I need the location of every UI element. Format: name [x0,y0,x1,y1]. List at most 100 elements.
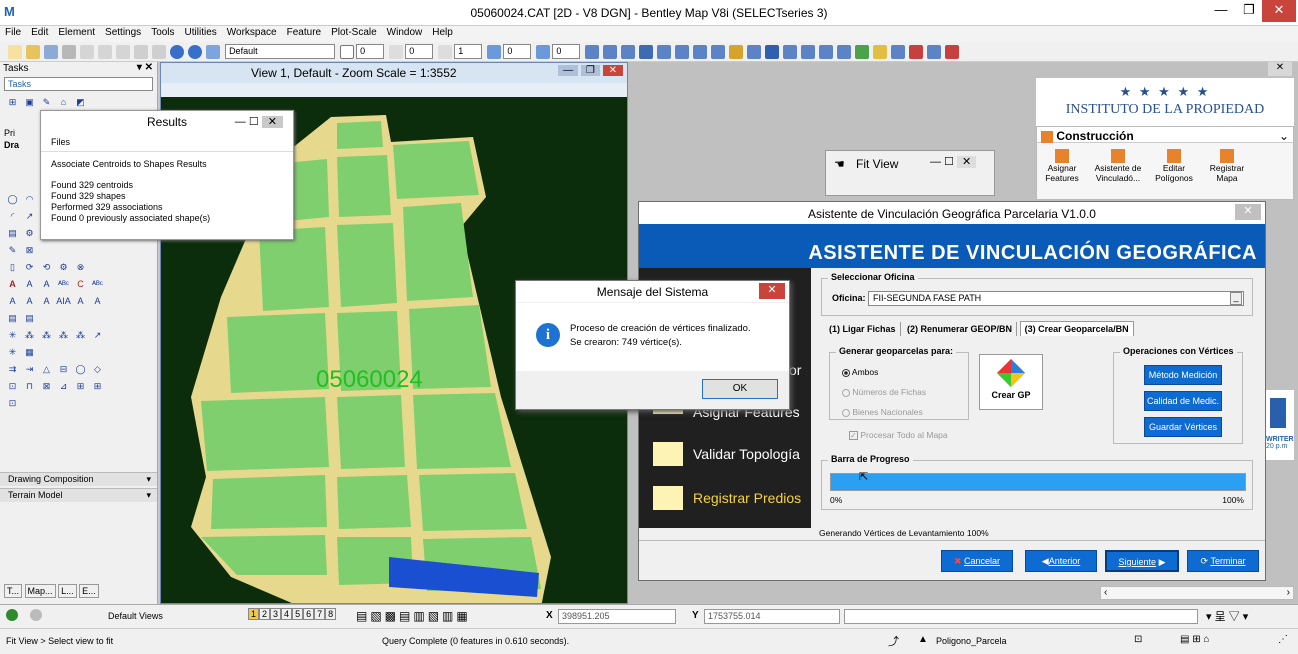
tool-icon[interactable]: ◯ [73,364,88,377]
asistente-button[interactable]: Asistente de Vinculadó... [1087,149,1149,183]
text-tool-icon[interactable]: A [22,296,37,309]
menu-element[interactable]: Element [53,26,100,39]
menu-utilities[interactable]: Utilities [180,26,222,39]
view-1-button[interactable]: 1 [248,608,260,620]
help-icon[interactable] [188,45,202,59]
tool-icon[interactable]: ◠ [22,194,37,207]
key-in-field[interactable] [844,609,1198,624]
menu-feature[interactable]: Feature [282,26,326,39]
horizontal-scrollbar[interactable]: ‹ › [1100,586,1294,600]
map-tool-icon[interactable] [801,45,816,59]
map-tool-icon[interactable] [783,45,798,59]
view-options-icons[interactable]: ▾ 呈 ▽ ▾ [1206,608,1248,624]
map-tool-icon[interactable] [945,45,960,59]
cancelar-button[interactable]: ✖ Cancelar [941,550,1013,572]
text-tool-icon[interactable]: A [39,296,54,309]
text-tool-icon[interactable]: A [5,279,20,292]
text-tool-icon[interactable]: ᴬᴮᶜ [90,279,105,292]
back-icon[interactable] [6,609,18,621]
asignar-features-button[interactable]: Asignar Features [1037,149,1087,183]
close-icon[interactable]: ▾ ✕ [137,62,153,73]
registrar-mapa-button[interactable]: Registrar Mapa [1199,149,1255,183]
forward-icon[interactable] [30,609,42,621]
anterior-button[interactable]: ◀Anterior [1025,550,1097,572]
view-7-button[interactable]: 7 [314,608,326,620]
line-weight-icon[interactable] [438,45,453,59]
style-combo[interactable]: 0 [405,44,434,59]
map-tool-icon[interactable] [639,45,654,59]
menu-window[interactable]: Window [382,26,428,39]
color-icon[interactable] [340,45,355,59]
calidad-medic-button[interactable]: Calidad de Medic. [1144,391,1222,411]
status-icons[interactable]: ▤ ⊞ ⌂ [1180,634,1209,645]
map-tool-icon[interactable] [873,45,888,59]
tool-icon[interactable]: ⁂ [73,330,88,343]
view-8-button[interactable]: 8 [325,608,337,620]
scroll-left-icon[interactable]: ‹ [1104,587,1107,598]
menu-help[interactable]: Help [427,26,458,39]
text-tool-icon[interactable]: C [73,279,88,292]
view-toolbar[interactable] [161,83,627,97]
editar-poligonos-button[interactable]: Editar Polígonos [1149,149,1199,183]
tool-icon[interactable]: ▣ [22,97,37,110]
menu-tools[interactable]: Tools [146,26,179,39]
tool-icon[interactable]: ⊟ [56,364,71,377]
tool-icon[interactable]: ⊿ [56,381,71,394]
map-tool-icon[interactable] [711,45,726,59]
priority-icon[interactable] [536,45,551,59]
tool-icon[interactable]: ⊡ [5,398,20,411]
fit-view-window[interactable]: ☚ Fit View — ☐ ✕ [825,150,995,196]
tab-explorer[interactable]: E... [79,584,99,598]
line-style-icon[interactable] [389,45,404,59]
map-tool-icon[interactable] [603,45,618,59]
tool-icon[interactable]: ✳ [5,347,20,360]
y-coordinate[interactable]: 1753755.014 [704,609,840,624]
tool-icon[interactable]: ⊡ [5,381,20,394]
tool-icon[interactable]: ▤ [22,313,37,326]
map-tool-icon[interactable] [729,45,744,59]
message-close-button[interactable]: ✕ [759,283,785,299]
tool-icon[interactable]: ⟳ [22,262,37,275]
tool-icon[interactable]: ▤ [5,313,20,326]
radio-bienes[interactable]: Bienes Nacionales [842,407,923,417]
radio-numeros[interactable]: Números de Fichas [842,387,926,397]
tab-layers[interactable]: L... [58,584,77,598]
procesar-checkbox[interactable]: ✓ Procesar Todo al Mapa [849,430,948,441]
results-window[interactable]: Results — ☐ ✕ Files Associate Centroids t… [40,110,294,240]
tool-icon[interactable]: ⊞ [5,97,20,110]
tool-icon[interactable]: ⁂ [39,330,54,343]
construccion-header[interactable]: Construcción ⌄ [1037,127,1293,143]
menu-edit[interactable]: Edit [26,26,53,39]
tab-tasks[interactable]: T... [4,584,23,598]
lock-icon[interactable]: ⤴ [888,633,899,649]
wizard-close-button[interactable]: ✕ [1235,204,1261,220]
x-coordinate[interactable]: 398951.205 [558,609,676,624]
guardar-vertices-button[interactable]: Guardar Vértices [1144,417,1222,437]
map-tool-icon[interactable] [909,45,924,59]
results-window-controls[interactable]: — ☐ ✕ [235,115,283,128]
maximize-button[interactable]: ❐ [1234,0,1264,22]
new-file-icon[interactable] [8,45,22,59]
tool-icon[interactable]: ⇥ [22,364,37,377]
view-window-controls[interactable]: — ❐ ✕ [558,65,623,76]
radio-ambos[interactable]: Ambos [842,367,878,377]
text-tool-icon[interactable]: A [73,296,88,309]
crear-gp-button[interactable]: Crear GP [979,354,1043,410]
undo-icon[interactable] [134,45,148,59]
weight-combo[interactable]: 1 [454,44,483,59]
minimize-button[interactable]: — [1206,0,1236,22]
tool-icon[interactable]: ✎ [39,97,54,110]
text-tool-icon[interactable]: A [90,296,105,309]
open-file-icon[interactable] [26,45,40,59]
map-tool-icon[interactable] [855,45,870,59]
menu-file[interactable]: File [0,26,26,39]
view-3-button[interactable]: 3 [270,608,282,620]
view-tools-icons[interactable]: ▤▧▩▤▥▧▥▦ [356,609,471,623]
level-combo[interactable]: Default [225,44,336,59]
tool-icon[interactable]: ⊞ [90,381,105,394]
ok-button[interactable]: OK [702,379,778,399]
paste-icon[interactable] [116,45,130,59]
menu-plot-scale[interactable]: Plot-Scale [326,26,382,39]
tool-icon[interactable]: ⊗ [73,262,88,275]
tool-icon[interactable]: ⇉ [5,364,20,377]
